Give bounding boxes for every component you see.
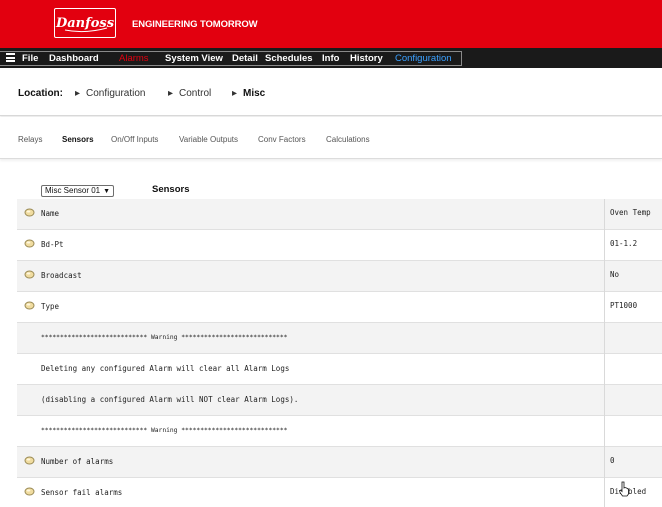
tab-calculations[interactable]: Calculations — [326, 135, 370, 144]
menu-configuration[interactable]: Configuration — [395, 53, 452, 64]
menu-file[interactable]: File — [22, 53, 38, 64]
breadcrumb-separator-icon: ▸ — [232, 88, 238, 99]
sensor-select[interactable]: Misc Sensor 01 ▼ — [41, 185, 114, 197]
menu-system-view[interactable]: System View — [165, 53, 223, 64]
warning-text: Deleting any configured Alarm will clear… — [41, 364, 290, 373]
table-row: (disabling a configured Alarm will NOT c… — [17, 385, 662, 416]
row-value-cell — [604, 416, 662, 447]
row-label: Bd-Pt — [41, 240, 64, 249]
edit-dot-icon[interactable] — [24, 208, 35, 217]
table-row: Number of alarms 0 — [17, 447, 662, 478]
chevron-down-icon: ▼ — [103, 188, 110, 195]
tab-variable-outputs[interactable]: Variable Outputs — [179, 135, 238, 144]
hand-cursor-icon — [618, 481, 629, 497]
menu-container: File Dashboard Alarms System View Detail… — [0, 51, 462, 66]
row-value-cell: No — [604, 261, 662, 292]
row-value-cell — [604, 385, 662, 416]
breadcrumb-misc[interactable]: Misc — [243, 88, 265, 99]
warning-banner-text: **************************** Warning ***… — [41, 427, 288, 434]
breadcrumb-separator-icon: ▸ — [75, 88, 81, 99]
section-title: Sensors — [152, 184, 190, 195]
table-row: **************************** Warning ***… — [17, 323, 662, 354]
row-value-cell: Oven Temp — [604, 199, 662, 230]
row-label: Sensor fail alarms — [41, 488, 123, 497]
edit-dot-icon[interactable] — [24, 487, 35, 496]
row-value-cell — [604, 323, 662, 354]
table-row: Deleting any configured Alarm will clear… — [17, 354, 662, 385]
menu-history[interactable]: History — [350, 53, 383, 64]
row-value-cell — [604, 354, 662, 385]
row-value: No — [610, 270, 620, 279]
main-menu-bar: File Dashboard Alarms System View Detail… — [0, 48, 662, 68]
menu-schedules[interactable]: Schedules — [265, 53, 313, 64]
warning-banner-text: **************************** Warning ***… — [41, 334, 288, 341]
table-row: **************************** Warning ***… — [17, 416, 662, 447]
tab-conv-factors[interactable]: Conv Factors — [258, 135, 306, 144]
brand-tagline: ENGINEERING TOMORROW — [132, 19, 258, 30]
row-value: 0 — [610, 456, 615, 465]
sensor-select-value: Misc Sensor 01 — [45, 186, 101, 195]
menu-detail[interactable]: Detail — [232, 53, 258, 64]
table-row: Bd-Pt 01-1.2 — [17, 230, 662, 261]
row-value-cell: 0 — [604, 447, 662, 478]
table-row: Broadcast No — [17, 261, 662, 292]
menu-info[interactable]: Info — [322, 53, 339, 64]
row-label: Type — [41, 302, 60, 311]
breadcrumb-separator-icon: ▸ — [168, 88, 174, 99]
menu-dashboard[interactable]: Dashboard — [49, 53, 99, 64]
breadcrumb: Location: ▸ Configuration ▸ Control ▸ Mi… — [0, 68, 662, 116]
edit-dot-icon[interactable] — [24, 301, 35, 310]
row-value-cell: PT1000 — [604, 292, 662, 323]
row-value: 01-1.2 — [610, 239, 638, 248]
sub-tab-bar: Relays Sensors On/Off Inputs Variable Ou… — [0, 117, 662, 159]
row-value-cell: Disabled — [604, 478, 662, 507]
tab-relays[interactable]: Relays — [18, 135, 42, 144]
breadcrumb-label: Location: — [18, 88, 63, 99]
menu-alarms[interactable]: Alarms — [119, 53, 149, 64]
danfoss-logo: Danfoss — [54, 8, 116, 38]
settings-table: Name Oven Temp Bd-Pt 01-1.2 Broadcast No… — [17, 199, 662, 507]
edit-dot-icon[interactable] — [24, 239, 35, 248]
row-label: Name — [41, 209, 60, 218]
table-row: Sensor fail alarms Disabled — [17, 478, 662, 507]
row-value: Oven Temp — [610, 208, 651, 217]
row-label: Number of alarms — [41, 457, 114, 466]
hamburger-menu-icon[interactable] — [6, 53, 15, 62]
warning-text: (disabling a configured Alarm will NOT c… — [41, 395, 299, 404]
header-banner: Danfoss ENGINEERING TOMORROW — [0, 0, 662, 48]
row-value-cell: 01-1.2 — [604, 230, 662, 261]
edit-dot-icon[interactable] — [24, 456, 35, 465]
table-row: Name Oven Temp — [17, 199, 662, 230]
tab-sensors[interactable]: Sensors — [62, 135, 94, 144]
tab-on-off-inputs[interactable]: On/Off Inputs — [111, 135, 158, 144]
row-label: Broadcast — [41, 271, 82, 280]
row-value: PT1000 — [610, 301, 638, 310]
table-row: Type PT1000 — [17, 292, 662, 323]
breadcrumb-control[interactable]: Control — [179, 88, 211, 99]
breadcrumb-configuration[interactable]: Configuration — [86, 88, 145, 99]
edit-dot-icon[interactable] — [24, 270, 35, 279]
